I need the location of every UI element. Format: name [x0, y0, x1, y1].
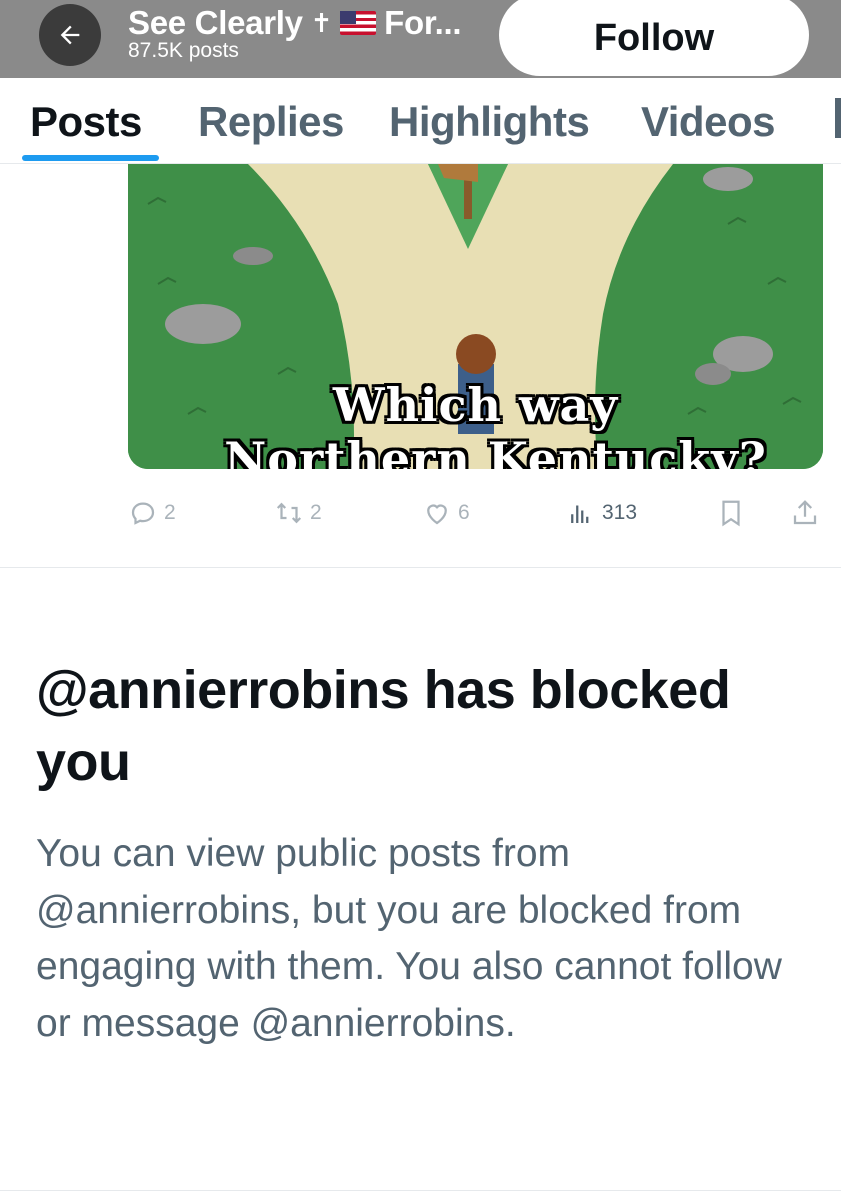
back-button[interactable]: [39, 4, 101, 66]
us-flag-icon: [340, 11, 377, 35]
tab-highlights[interactable]: Highlights: [389, 98, 590, 146]
tab-videos[interactable]: Videos: [641, 98, 775, 146]
blocked-description: You can view public posts from @annierro…: [36, 832, 782, 1045]
reply-button[interactable]: 2: [128, 498, 176, 528]
views-button[interactable]: 313: [566, 498, 637, 528]
profile-header: See Clearly ✝ For... 87.5K posts Follow: [0, 0, 841, 78]
reply-icon: [131, 502, 155, 525]
arrow-left-icon: [60, 25, 80, 45]
posts-count: 87.5K posts: [128, 39, 239, 62]
blocked-title: @annierrobins has blocked you: [36, 660, 731, 792]
repost-icon: [276, 502, 302, 524]
profile-name: See Clearly ✝ For...: [128, 3, 478, 43]
cross-icon: ✝: [310, 7, 333, 38]
like-count: 6: [458, 501, 470, 524]
like-button[interactable]: 6: [422, 498, 470, 528]
active-tab-indicator: [22, 155, 159, 161]
heart-icon: [427, 504, 447, 525]
post-image[interactable]: Which way Northern Kentucky?: [128, 164, 823, 469]
bookmark-button[interactable]: [716, 498, 746, 528]
follow-button[interactable]: Follow: [499, 0, 809, 76]
views-chart-icon: [571, 505, 589, 523]
profile-tabs: Posts Replies Highlights Videos: [0, 78, 841, 164]
reply-count: 2: [164, 501, 176, 524]
profile-name-text: See Clearly: [128, 4, 303, 41]
views-count: 313: [602, 501, 638, 524]
tab-replies[interactable]: Replies: [198, 98, 344, 146]
post-actions: 2 2 6 313: [0, 492, 841, 538]
image-caption-line2: Northern Kentucky?: [224, 432, 767, 469]
divider: [0, 567, 841, 568]
profile-name-suffix: For...: [384, 4, 462, 41]
tab-posts[interactable]: Posts: [30, 98, 142, 146]
share-icon: [793, 500, 817, 525]
divider: [0, 1190, 841, 1191]
image-caption-line1: Which way: [332, 378, 619, 432]
repost-button[interactable]: 2: [274, 498, 322, 528]
tab-overflow-indicator[interactable]: [835, 98, 841, 138]
share-button[interactable]: [790, 498, 820, 528]
repost-count: 2: [310, 501, 322, 524]
bookmark-icon: [722, 500, 740, 527]
